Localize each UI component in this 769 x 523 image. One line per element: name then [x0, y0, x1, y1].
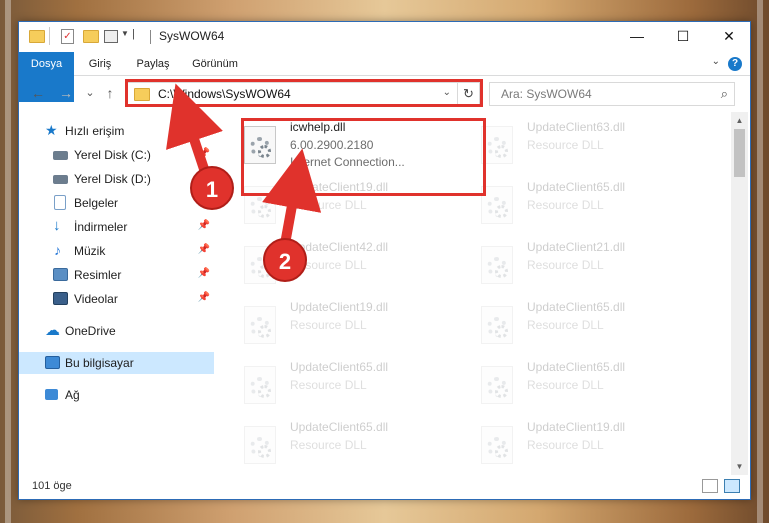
- arrow-to-address: [166, 83, 223, 174]
- annotation-arrows: [166, 83, 322, 245]
- callout-1: 1: [190, 166, 234, 210]
- arrow-to-file: [262, 148, 322, 245]
- callout-2: 2: [263, 238, 307, 282]
